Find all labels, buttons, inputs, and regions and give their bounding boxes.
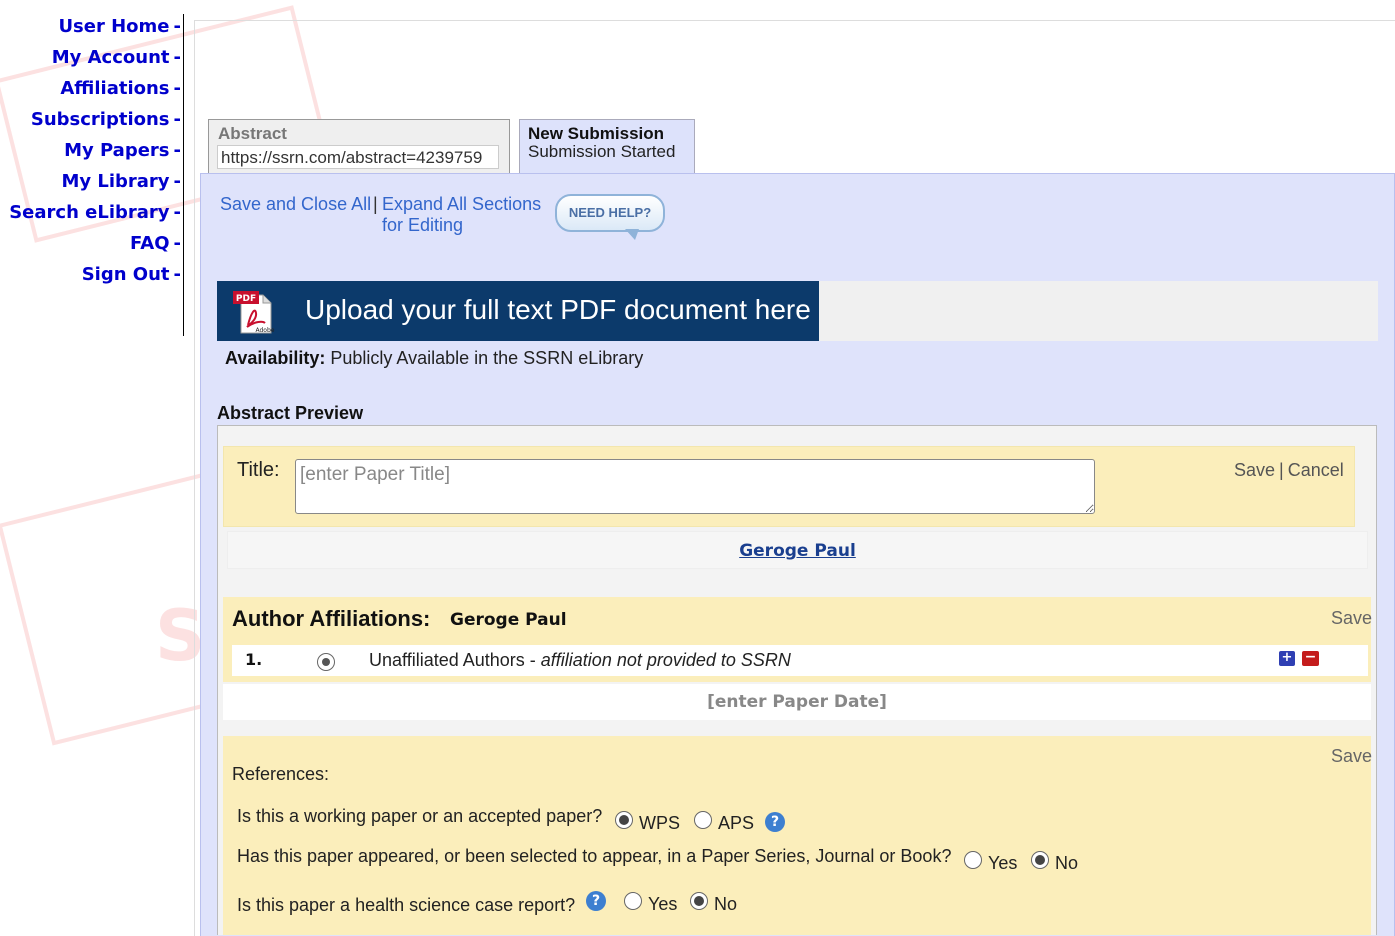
need-help-button[interactable]: NEED HELP? <box>555 194 665 232</box>
title-actions: Save | Cancel <box>1234 460 1344 481</box>
availability-label: Availability: <box>225 348 326 368</box>
option-health-yes-label: Yes <box>648 894 678 914</box>
toolbar-separator: | <box>373 194 378 214</box>
nav-link-affiliations[interactable]: Affiliations <box>60 78 169 99</box>
speech-bubble-tail <box>625 229 639 240</box>
radio-health-yes[interactable] <box>624 892 642 910</box>
nav-link-subscriptions[interactable]: Subscriptions <box>31 109 170 130</box>
availability-text: Availability: Publicly Available in the … <box>225 348 643 369</box>
help-icon[interactable]: ? <box>586 891 606 911</box>
nav-link-search-elibrary[interactable]: Search eLibrary <box>9 202 169 223</box>
upload-pdf-button[interactable]: PDF Adobe Upload your full text PDF docu… <box>217 281 819 341</box>
pdf-adobe-icon: PDF Adobe <box>233 291 275 334</box>
nav-separator: - <box>173 202 181 223</box>
question-paper-appeared: Has this paper appeared, or been selecte… <box>237 846 952 866</box>
nav-separator: - <box>173 233 181 254</box>
nav-link-my-account[interactable]: My Account <box>52 47 170 68</box>
nav-separator: - <box>173 78 181 99</box>
nav-separator: - <box>173 171 181 192</box>
upload-pdf-label: Upload your full text PDF document here <box>305 294 811 325</box>
radio-appeared-yes[interactable] <box>964 851 982 869</box>
references-label: References: <box>232 764 330 784</box>
abstract-preview-heading: Abstract Preview <box>217 403 364 423</box>
pdf-badge-text: PDF <box>236 294 256 304</box>
left-navigation: User Home - My Account - Affiliations - Sub… <box>0 14 184 336</box>
question-working-paper: Is this a working paper or an accepted p… <box>237 806 603 826</box>
question-health-science: Is this paper a health science case repo… <box>237 895 576 915</box>
affiliation-text: Unaffiliated Authors - affiliation not p… <box>369 650 791 670</box>
affiliation-note: affiliation not provided to SSRN <box>540 650 791 670</box>
paper-date-link[interactable]: [enter Paper Date] <box>223 692 1371 712</box>
author-name-link[interactable]: Geroge Paul <box>227 541 1368 561</box>
tab-new-submission[interactable]: New Submission Submission Started <box>519 119 695 175</box>
nav-item-my-papers: My Papers - <box>0 140 183 171</box>
option-appeared-yes-label: Yes <box>988 853 1018 873</box>
adobe-text: Adobe <box>256 327 275 334</box>
affiliation-number: 1. <box>245 650 263 669</box>
nav-separator: - <box>173 140 181 161</box>
radio-wps[interactable] <box>615 811 633 829</box>
radio-health-no[interactable] <box>690 892 708 910</box>
author-affiliations-heading: Author Affiliations: <box>232 606 431 631</box>
tab-new-submission-title: New Submission <box>528 124 665 143</box>
affiliations-save-link[interactable]: Save <box>1331 608 1372 629</box>
nav-separator: - <box>173 47 181 68</box>
nav-item-search-elibrary: Search eLibrary - <box>0 202 183 233</box>
add-affiliation-icon[interactable]: + <box>1279 651 1295 666</box>
nav-item-my-account: My Account - <box>0 47 183 78</box>
title-actions-separator: | <box>1279 460 1284 480</box>
paper-title-input[interactable] <box>295 459 1095 514</box>
affiliation-name: Unaffiliated Authors <box>369 650 525 670</box>
nav-link-my-papers[interactable]: My Papers <box>64 140 169 161</box>
title-save-link[interactable]: Save <box>1234 460 1275 480</box>
submission-status: Submission Started <box>528 142 676 161</box>
nav-item-user-home: User Home - <box>0 16 183 47</box>
option-appeared-no-label: No <box>1055 853 1079 873</box>
nav-separator: - <box>173 109 181 130</box>
tab-abstract[interactable]: Abstract https://ssrn.com/abstract=42397… <box>208 119 510 175</box>
nav-separator: - <box>173 16 181 37</box>
title-label: Title: <box>237 459 280 481</box>
availability-value: Publicly Available in the SSRN eLibrary <box>330 348 644 368</box>
nav-separator: - <box>173 264 181 285</box>
nav-link-user-home[interactable]: User Home <box>58 16 169 37</box>
tab-abstract-title: Abstract <box>218 124 287 143</box>
save-and-close-all-link[interactable]: Save and Close All <box>220 194 371 215</box>
nav-link-faq[interactable]: FAQ <box>130 233 169 254</box>
expand-all-sections-link[interactable]: Expand All Sections for Editing <box>382 194 552 236</box>
remove-affiliation-icon[interactable]: − <box>1302 650 1319 666</box>
option-health-no-label: No <box>714 894 738 914</box>
nav-item-my-library: My Library - <box>0 171 183 202</box>
nav-item-subscriptions: Subscriptions - <box>0 109 183 140</box>
affiliation-author-name: Geroge Paul <box>450 610 567 630</box>
nav-item-faq: FAQ - <box>0 233 183 264</box>
title-cancel-link[interactable]: Cancel <box>1288 460 1344 480</box>
nav-link-sign-out[interactable]: Sign Out <box>82 264 170 285</box>
nav-item-sign-out: Sign Out - <box>0 264 183 295</box>
references-save-link[interactable]: Save <box>1331 746 1372 767</box>
nav-item-affiliations: Affiliations - <box>0 78 183 109</box>
option-aps-label: APS <box>718 813 755 833</box>
radio-appeared-no[interactable] <box>1031 851 1049 869</box>
nav-link-my-library[interactable]: My Library <box>61 171 169 192</box>
radio-aps[interactable] <box>694 811 712 829</box>
option-wps-label: WPS <box>639 813 681 833</box>
abstract-url-field[interactable]: https://ssrn.com/abstract=4239759 <box>217 145 499 169</box>
help-icon[interactable]: ? <box>765 812 785 832</box>
affiliation-radio[interactable] <box>317 653 335 671</box>
